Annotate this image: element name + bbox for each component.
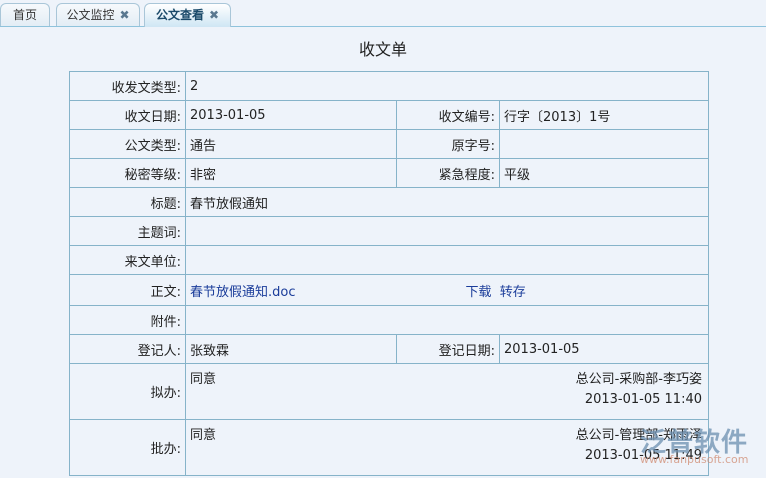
close-icon[interactable]: ✖ bbox=[119, 8, 129, 22]
field-label: 批办: bbox=[69, 419, 186, 476]
body-file-link[interactable]: 春节放假通知.doc bbox=[190, 285, 296, 300]
field-value: 张致霖 bbox=[185, 334, 397, 364]
approve-opinion: 同意 bbox=[190, 428, 217, 443]
field-value: 春节放假通知 bbox=[185, 187, 709, 217]
draft-by: 总公司-采购部-李巧姿 bbox=[575, 372, 702, 387]
field-value: 行字〔2013〕1号 bbox=[499, 100, 709, 130]
field-label: 原字号: bbox=[396, 129, 500, 159]
receipt-form: 收发文类型: 2 收文日期: 2013-01-05 收文编号: 行字〔2013〕1号 公… bbox=[69, 71, 709, 476]
field-label: 附件: bbox=[69, 305, 186, 335]
field-label: 登记人: bbox=[69, 334, 186, 364]
approve-cell: 同意 总公司-管理部-郑雨泽 2013-01-05 11:49 bbox=[185, 419, 709, 476]
field-label: 主题词: bbox=[69, 216, 186, 246]
tab-label: 首页 bbox=[12, 8, 37, 22]
draft-cell: 同意 总公司-采购部-李巧姿 2013-01-05 11:40 bbox=[185, 363, 709, 420]
field-label: 收文日期: bbox=[69, 100, 186, 130]
field-value: 2013-01-05 bbox=[185, 100, 397, 130]
field-label: 来文单位: bbox=[69, 245, 186, 275]
field-value: 非密 bbox=[185, 158, 397, 188]
field-label: 公文类型: bbox=[69, 129, 186, 159]
draft-opinion: 同意 bbox=[190, 372, 217, 387]
draft-time: 2013-01-05 11:40 bbox=[584, 392, 702, 407]
tab-label: 公文查看 bbox=[155, 8, 204, 22]
field-value: 2013-01-05 bbox=[499, 334, 709, 364]
download-link[interactable]: 下载 bbox=[466, 285, 492, 300]
tab-home[interactable]: 首页 bbox=[0, 3, 50, 26]
field-value bbox=[499, 129, 709, 159]
field-label: 收文编号: bbox=[396, 100, 500, 130]
field-value bbox=[185, 305, 709, 335]
field-label: 登记日期: bbox=[396, 334, 500, 364]
page-title: 收文单 bbox=[358, 40, 407, 59]
field-label: 秘密等级: bbox=[69, 158, 186, 188]
field-label: 标题: bbox=[69, 187, 186, 217]
body-cell: 春节放假通知.doc 下载 转存 bbox=[185, 274, 709, 306]
field-value: 平级 bbox=[499, 158, 709, 188]
tab-label: 公文监控 bbox=[66, 8, 115, 22]
field-label: 拟办: bbox=[69, 363, 186, 420]
tab-bar: 首页 公文监控 ✖ 公文查看 ✖ bbox=[0, 0, 766, 27]
field-label: 正文: bbox=[69, 274, 186, 306]
watermark-url: www.fanpusoft.com bbox=[640, 453, 749, 466]
tab-doc-view[interactable]: 公文查看 ✖ bbox=[144, 3, 231, 27]
tab-doc-monitor[interactable]: 公文监控 ✖ bbox=[56, 3, 140, 26]
field-value: 通告 bbox=[185, 129, 397, 159]
field-value bbox=[185, 216, 709, 246]
field-label: 收发文类型: bbox=[69, 71, 186, 101]
watermark-logo: 泛普软件 www.fanpusoft.com bbox=[640, 422, 748, 466]
field-value bbox=[185, 245, 709, 275]
field-value: 2 bbox=[185, 71, 709, 101]
save-link[interactable]: 转存 bbox=[500, 285, 526, 300]
close-icon[interactable]: ✖ bbox=[209, 8, 219, 22]
field-label: 紧急程度: bbox=[396, 158, 500, 188]
